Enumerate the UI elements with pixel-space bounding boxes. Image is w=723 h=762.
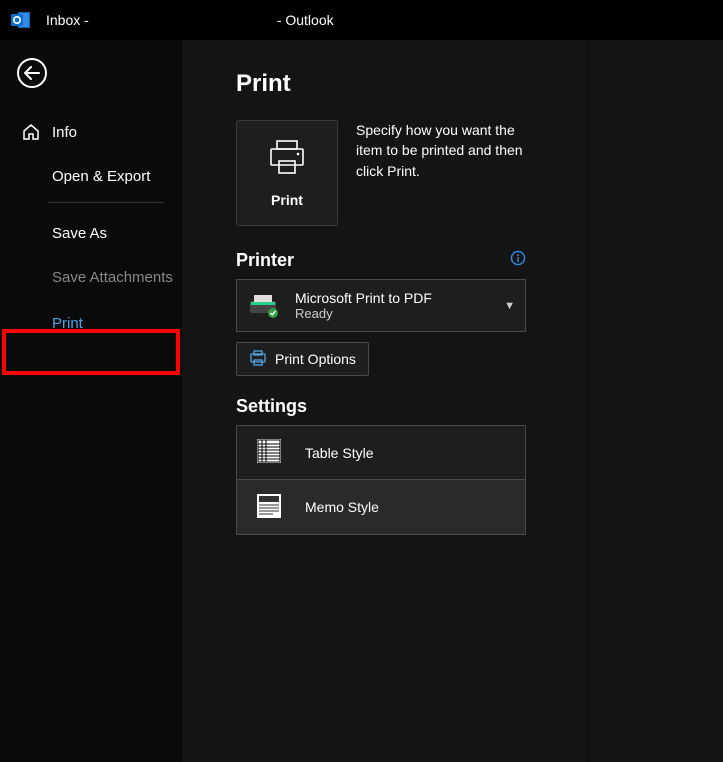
main-panel: Print Print Specify how you want the ite…	[182, 40, 723, 762]
print-options-icon	[249, 349, 267, 370]
sidebar-label-print: Print	[52, 315, 83, 332]
memo-style-icon	[255, 492, 283, 523]
settings-list: Table Style Memo Style	[236, 425, 526, 535]
backstage-sidebar: Info Open & Export Save As Save Attachme…	[0, 40, 182, 762]
sidebar-label-info: Info	[52, 124, 77, 141]
sidebar-label-save-attachments: Save Attachments	[52, 269, 173, 286]
title-suffix: - Outlook	[277, 12, 334, 28]
print-description: Specify how you want the item to be prin…	[356, 120, 536, 181]
outlook-logo-icon	[10, 9, 32, 31]
sidebar-item-save-attachments: Save Attachments	[0, 255, 182, 299]
window-title: Inbox - - Outlook	[46, 11, 334, 29]
sidebar-item-save-as[interactable]: Save As	[0, 211, 182, 255]
settings-heading: Settings	[236, 396, 307, 417]
settings-label-table-style: Table Style	[305, 445, 373, 461]
info-icon[interactable]	[510, 250, 526, 271]
sidebar-label-open-export: Open & Export	[52, 168, 150, 185]
table-style-icon	[255, 437, 283, 468]
sidebar-label-save-as: Save As	[52, 225, 107, 242]
print-options-label: Print Options	[275, 351, 356, 367]
title-bar: Inbox - - Outlook	[0, 0, 723, 40]
printer-selected-status: Ready	[295, 306, 504, 321]
print-button-label: Print	[271, 192, 303, 208]
home-icon	[20, 123, 42, 141]
sidebar-item-open-export[interactable]: Open & Export	[0, 154, 182, 198]
print-preview-area	[589, 40, 723, 762]
sidebar-item-print[interactable]: Print	[0, 299, 182, 343]
title-redacted	[93, 11, 273, 29]
arrow-left-icon	[24, 66, 40, 80]
printer-selected-name: Microsoft Print to PDF	[295, 290, 504, 306]
settings-item-table-style[interactable]: Table Style	[237, 426, 525, 480]
printer-device-icon	[247, 293, 281, 319]
printer-heading: Printer	[236, 250, 294, 271]
back-button[interactable]	[17, 58, 47, 88]
page-title: Print	[236, 70, 582, 98]
print-button[interactable]: Print	[236, 120, 338, 226]
settings-label-memo-style: Memo Style	[305, 499, 379, 515]
title-prefix: Inbox -	[46, 12, 89, 28]
sidebar-separator	[48, 202, 164, 203]
print-options-button[interactable]: Print Options	[236, 342, 369, 376]
printer-dropdown[interactable]: Microsoft Print to PDF Ready ▼	[236, 279, 526, 332]
settings-item-memo-style[interactable]: Memo Style	[237, 480, 525, 534]
chevron-down-icon: ▼	[504, 300, 515, 312]
sidebar-item-info[interactable]: Info	[0, 110, 182, 154]
printer-icon	[267, 139, 307, 180]
